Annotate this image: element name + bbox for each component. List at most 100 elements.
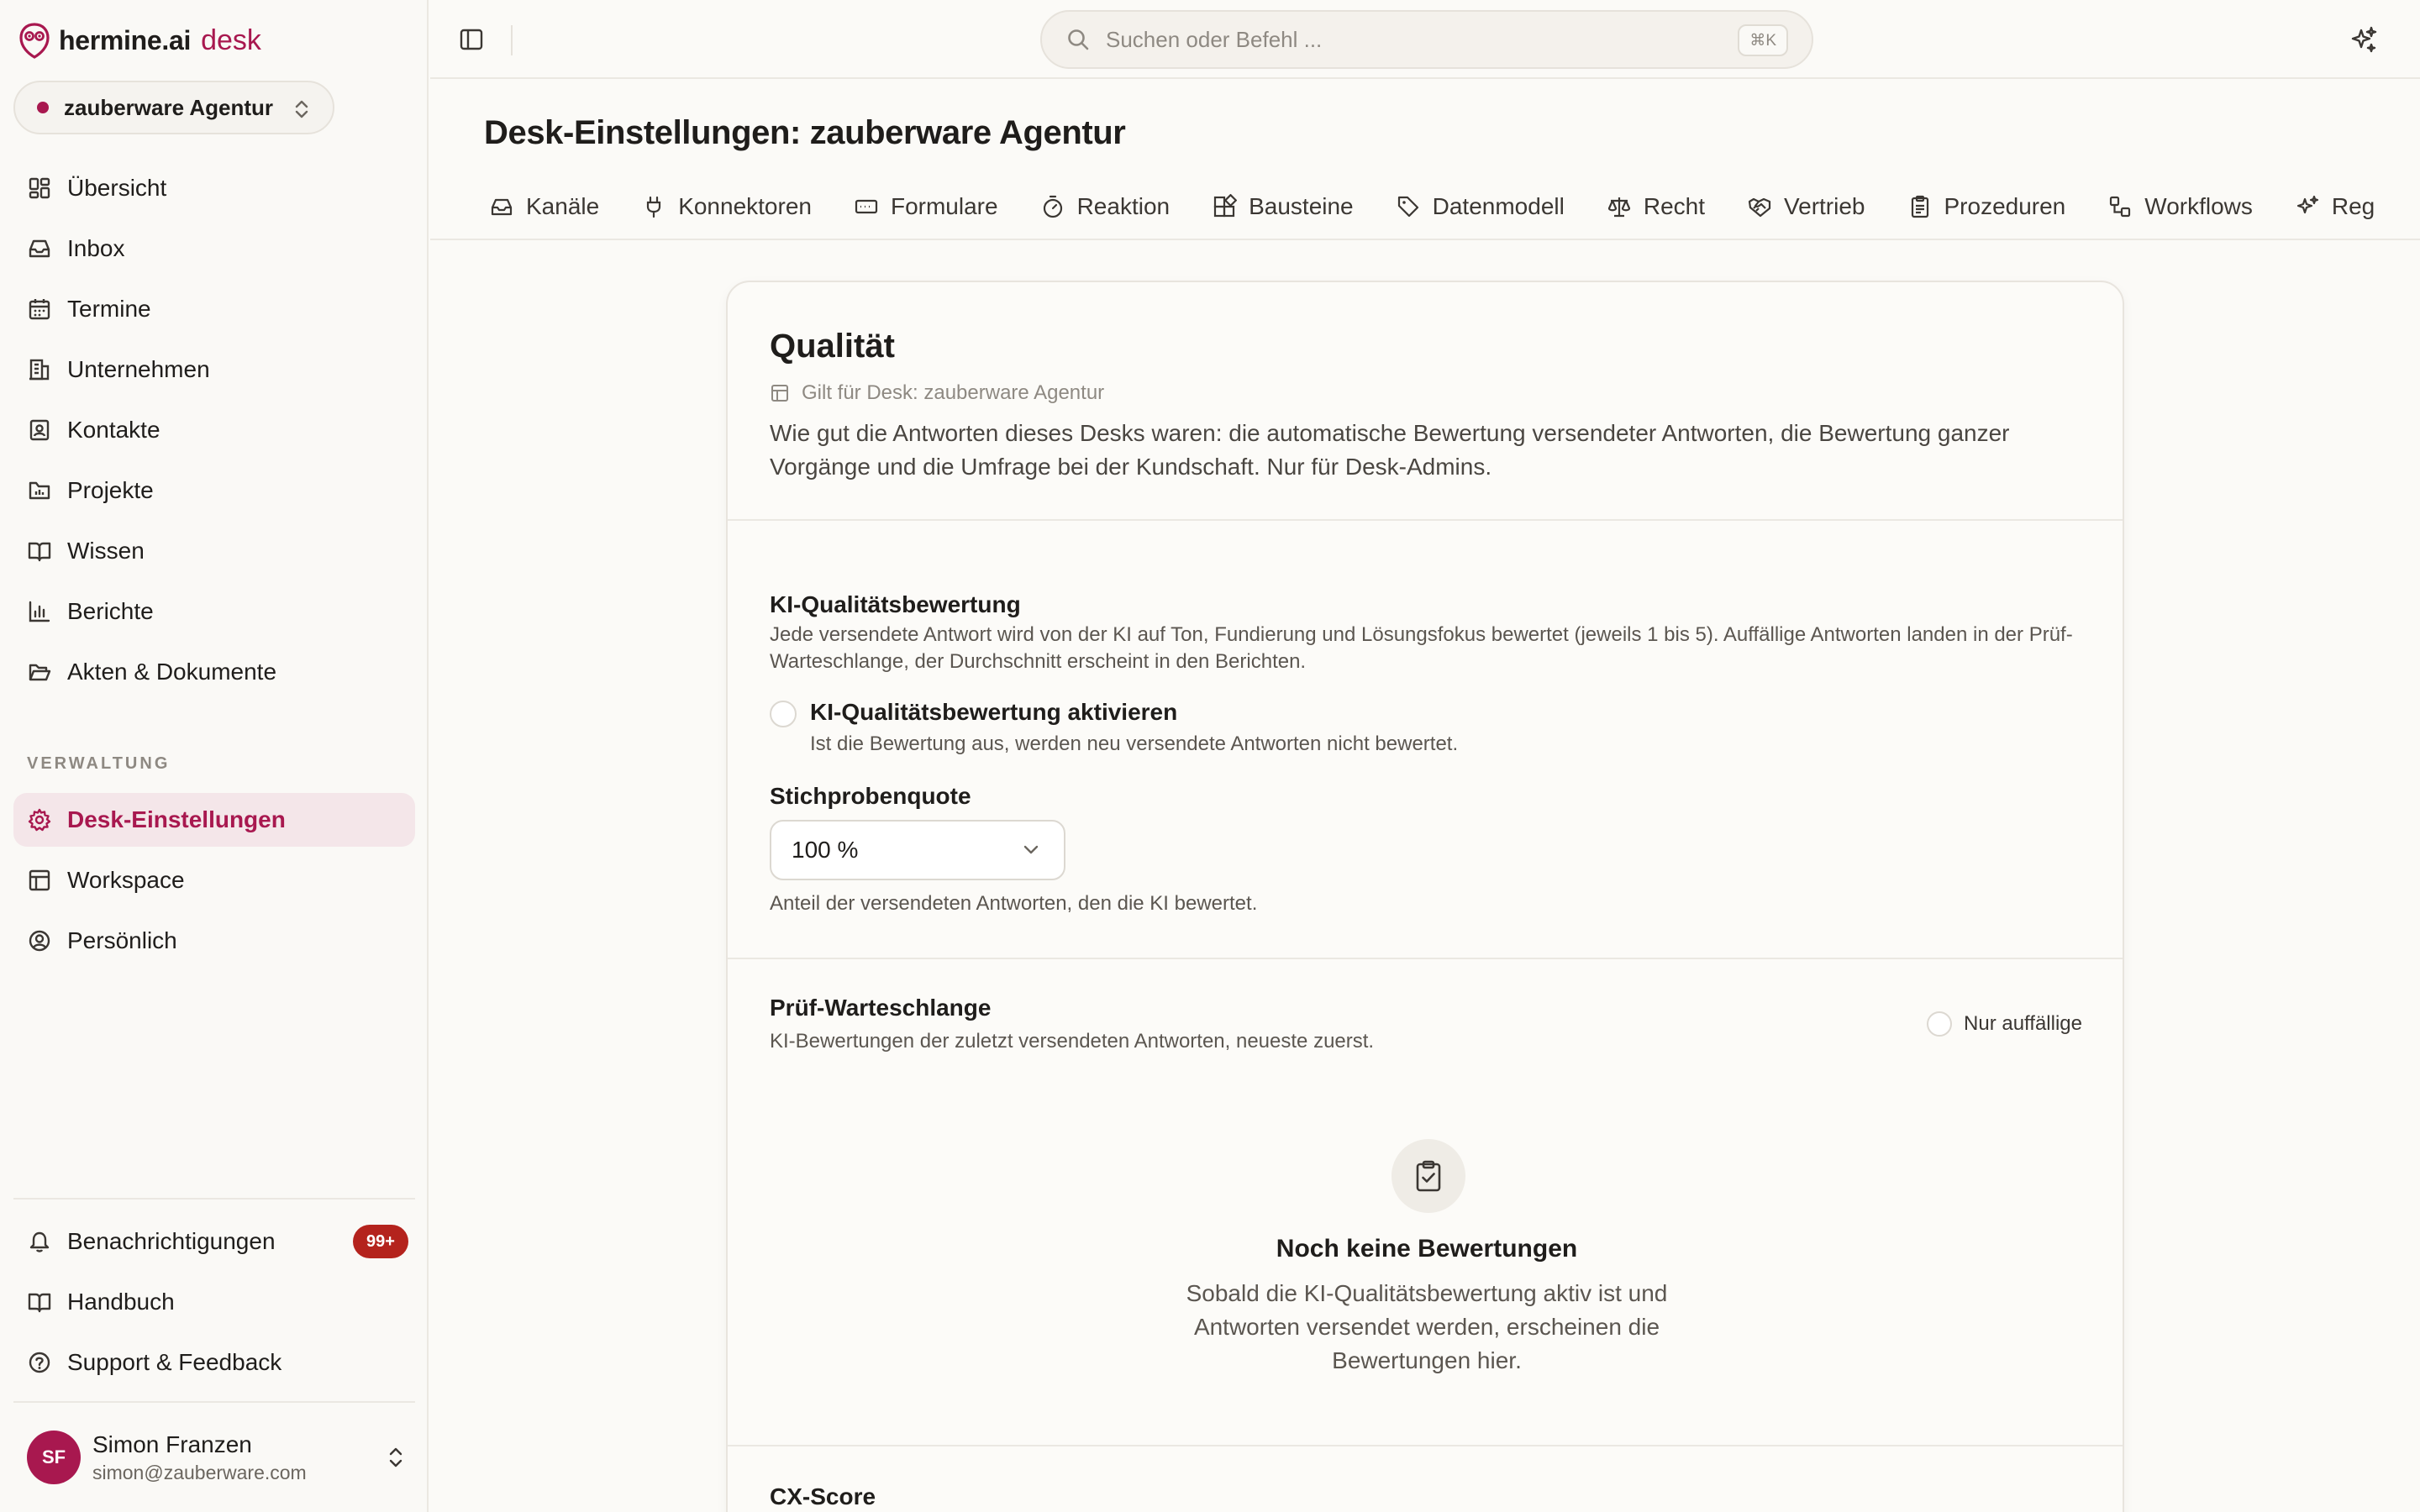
nav-label: Inbox [67, 235, 125, 261]
nav-item-benachrichtigungen[interactable]: Benachrichtigungen 99+ [13, 1215, 415, 1268]
search-shortcut: ⌘K [1738, 24, 1788, 56]
toolbar-divider [511, 25, 513, 55]
inbox-icon [491, 198, 513, 216]
review-queue-description: KI-Bewertungen der zuletzt versendeten A… [770, 1030, 1375, 1053]
tab-label: Kanäle [526, 193, 600, 219]
cx-score-title: CX-Score [770, 1483, 876, 1509]
search-icon [1068, 29, 1089, 50]
tab-konnektoren[interactable]: Konnektoren [641, 190, 812, 223]
nav-label: Kontakte [67, 417, 160, 443]
nav-label: Workspace [67, 867, 185, 893]
nav-item-inbox[interactable]: Inbox [13, 222, 415, 276]
user-menu[interactable]: SF Simon Franzen simon@zauberware.com [27, 1428, 405, 1487]
search-placeholder: Suchen oder Befehl ... [1106, 26, 1323, 52]
form-icon [855, 199, 878, 214]
admin-nav: Desk-Einstellungen Workspace Persönlich [13, 793, 415, 974]
nav-item-termine[interactable]: Termine [13, 282, 415, 336]
nav-item-akten[interactable]: Akten & Dokumente [13, 645, 415, 699]
empty-state-title: Noch keine Bewertungen [1276, 1235, 1578, 1263]
avatar: SF [27, 1431, 81, 1484]
tab-label: Konnektoren [678, 193, 812, 219]
nav-item-unternehmen[interactable]: Unternehmen [13, 343, 415, 396]
sample-rate-label: Stichprobenquote [770, 783, 971, 809]
brand[interactable]: hermine.ai desk [18, 22, 261, 59]
plug-icon [647, 196, 661, 218]
section-label-verwaltung: VERWALTUNG [27, 754, 171, 773]
tab-label: Reg [2331, 193, 2375, 219]
bell-icon [29, 1231, 50, 1252]
ki-quality-toggle-label: KI-Qualitätsbewertung aktivieren [810, 699, 1178, 725]
tab-prozeduren[interactable]: Prozeduren [1907, 190, 2065, 223]
main-nav: Übersicht Inbox Termine Unternehmen Kont… [13, 161, 415, 706]
tab-label: Vertrieb [1784, 193, 1865, 219]
workspace-name: zauberware Agentur [64, 94, 273, 120]
tab-formulare[interactable]: Formulare [854, 190, 998, 223]
settings-tabs: Kanäle Konnektoren Formulare Reaktion Ba… [489, 190, 2420, 223]
card-intro: Wie gut die Antworten dieses Desks waren… [770, 420, 2010, 480]
nav-item-berichte[interactable]: Berichte [13, 585, 415, 638]
nav-label: Berichte [67, 598, 154, 624]
tab-kanaele[interactable]: Kanäle [489, 190, 599, 223]
tab-label: Recht [1643, 193, 1705, 219]
sidebar-divider [13, 1198, 415, 1200]
user-circle-icon [29, 930, 50, 952]
search-input[interactable]: Suchen oder Befehl ... ⌘K [1040, 10, 1813, 69]
scope-text: Gilt für Desk: zauberware Agentur [802, 381, 1105, 404]
workflow-icon [2110, 196, 2131, 218]
chevron-down-icon [1023, 845, 1039, 854]
tab-bausteine[interactable]: Bausteine [1212, 190, 1354, 223]
building-icon [29, 359, 50, 381]
nav-label: Unternehmen [67, 356, 210, 382]
card-title: Qualität [770, 328, 895, 365]
nav-item-handbuch[interactable]: Handbuch [13, 1275, 415, 1329]
layout-icon [771, 385, 788, 402]
dashboard-icon [29, 177, 50, 199]
page-title: Desk-Einstellungen: zauberware Agentur [484, 114, 1126, 151]
nav-label: Benachrichtigungen [67, 1228, 276, 1254]
nav-item-uebersicht[interactable]: Übersicht [13, 161, 415, 215]
gear-icon [28, 808, 51, 832]
sample-rate-value: 100 % [792, 837, 859, 863]
nav-label: Termine [67, 296, 151, 322]
quality-settings-card: Qualität Gilt für Desk: zauberware Agent… [726, 281, 2124, 1512]
ki-quality-description: Jede versendete Antwort wird von der KI … [770, 623, 2073, 673]
scale-icon [1607, 197, 1630, 218]
sidebar-divider [13, 1401, 415, 1403]
folder-chart-icon [29, 481, 50, 500]
sample-rate-help: Anteil der versendeten Antworten, den di… [770, 892, 1258, 915]
nav-item-wissen[interactable]: Wissen [13, 524, 415, 578]
workspace-dot [37, 102, 49, 113]
nav-item-projekte[interactable]: Projekte [13, 464, 415, 517]
ki-quality-toggle[interactable] [770, 701, 797, 727]
chevron-up-down-icon [389, 1447, 402, 1467]
only-flagged-radio[interactable] [1927, 1011, 1953, 1037]
tab-workflows[interactable]: Workflows [2107, 190, 2253, 223]
ai-assistant-icon[interactable] [2349, 25, 2378, 54]
help-circle-icon [29, 1352, 50, 1373]
book-icon [28, 1293, 51, 1313]
tab-vertrieb[interactable]: Vertrieb [1747, 190, 1865, 223]
tab-label: Formulare [890, 193, 998, 219]
nav-item-persoenlich[interactable]: Persönlich [13, 914, 415, 968]
sidebar-toggle-icon[interactable] [459, 27, 484, 52]
tab-recht[interactable]: Recht [1607, 190, 1705, 223]
nav-label: Handbuch [67, 1289, 175, 1315]
section-divider [728, 958, 2123, 959]
scope-info: Gilt für Desk: zauberware Agentur [770, 381, 1104, 405]
nav-item-kontakte[interactable]: Kontakte [13, 403, 415, 457]
nav-item-support[interactable]: Support & Feedback [13, 1336, 415, 1389]
tab-datenmodell[interactable]: Datenmodell [1396, 190, 1565, 223]
ki-quality-toggle-desc: Ist die Bewertung aus, werden neu versen… [810, 732, 1459, 755]
sample-rate-select[interactable]: 100 % [770, 820, 1065, 880]
nav-label: Projekte [67, 477, 154, 503]
ki-quality-title: KI-Qualitätsbewertung [770, 591, 1021, 617]
tab-label: Reaktion [1076, 193, 1171, 219]
nav-item-desk-einstellungen[interactable]: Desk-Einstellungen [13, 793, 415, 847]
workspace-switcher[interactable]: zauberware Agentur [13, 81, 334, 134]
tab-reaktion[interactable]: Reaktion [1040, 190, 1171, 223]
sidebar: hermine.ai desk zauberware Agentur Übers… [0, 0, 429, 1512]
nav-label: Wissen [67, 538, 145, 564]
tab-reg[interactable]: Reg [2295, 190, 2375, 223]
nav-item-workspace[interactable]: Workspace [13, 853, 415, 907]
only-flagged-filter[interactable]: Nur auffällige [1927, 1011, 2082, 1037]
